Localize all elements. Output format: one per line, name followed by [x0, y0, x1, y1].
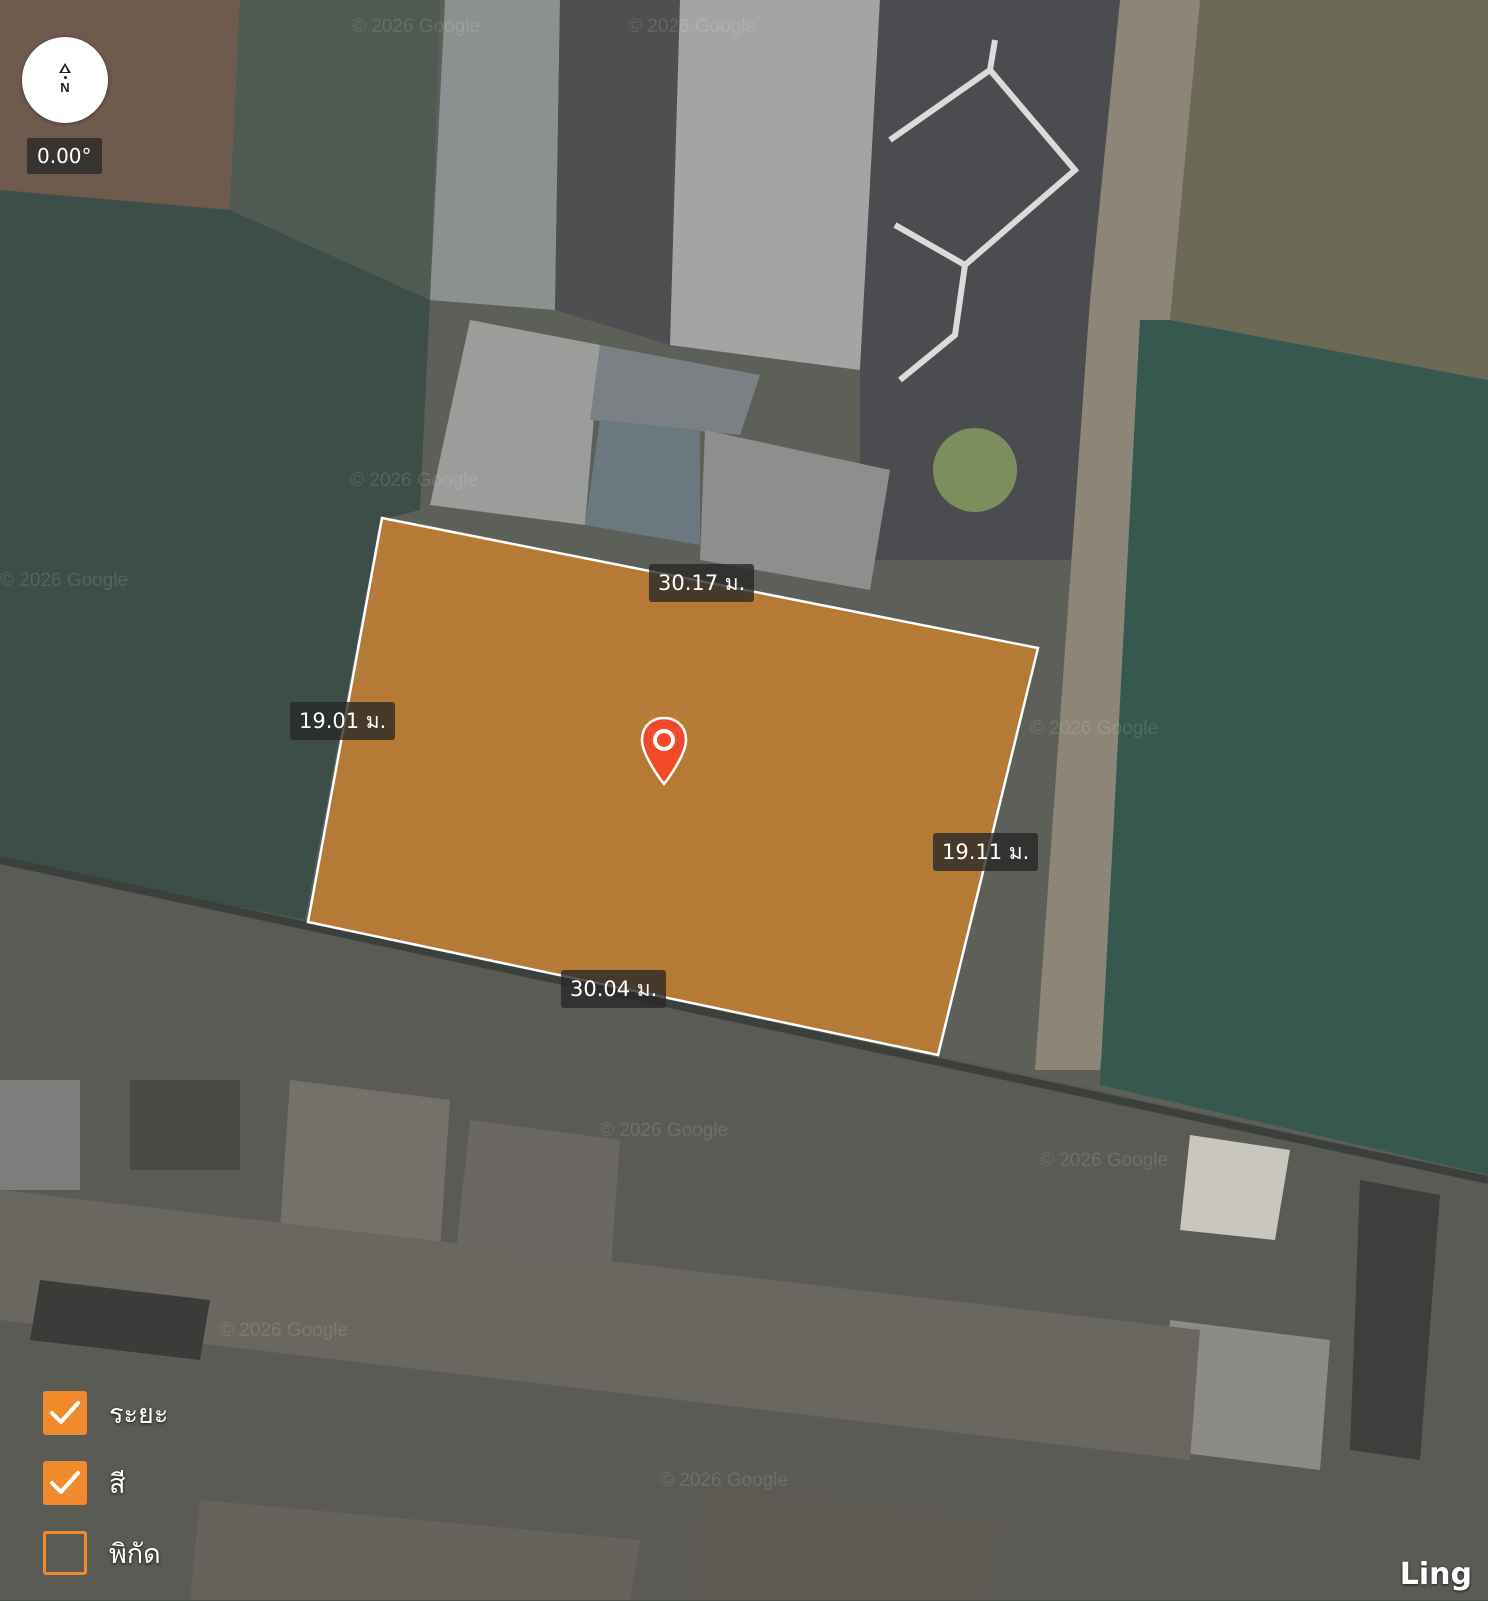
satellite-map[interactable]	[0, 0, 1488, 1600]
layer-toggles: ระยะ สี พิกัด	[43, 1391, 168, 1601]
dimension-label-top: 30.17 ม.	[649, 564, 755, 602]
building-lower-2	[130, 1080, 240, 1170]
location-pin-icon[interactable]	[638, 716, 690, 788]
map-watermark: © 2026 Google	[350, 470, 479, 491]
bearing-readout: 0.00°	[27, 138, 102, 174]
map-watermark: © 2026 Google	[1030, 718, 1159, 739]
app-brand: Ling	[1399, 1557, 1472, 1592]
tree-canopy	[933, 428, 1017, 512]
map-watermark: © 2026 Google	[352, 16, 481, 37]
map-watermark: © 2026 Google	[660, 1470, 789, 1491]
toggle-distance[interactable]: ระยะ	[43, 1391, 168, 1435]
building-roof-2	[555, 0, 680, 345]
toggle-label: สี	[109, 1468, 126, 1500]
building-lower-3	[280, 1080, 450, 1250]
building-roof-3	[670, 0, 880, 370]
building-lower-5	[1180, 1135, 1290, 1240]
building-roof-7	[585, 420, 700, 545]
distance-checkbox[interactable]	[43, 1391, 87, 1435]
checkmark-icon	[50, 1401, 80, 1424]
dimension-label-bottom: 30.04 ม.	[561, 970, 667, 1008]
compass-north-letter: N	[60, 79, 70, 95]
dimension-label-left: 19.01 ม.	[290, 702, 396, 740]
map-watermark: © 2026 Google	[600, 1120, 729, 1141]
coordinates-checkbox[interactable]	[43, 1531, 87, 1575]
building-roof-1	[430, 0, 560, 310]
map-watermark: © 2026 Google	[1040, 1150, 1169, 1171]
vegetation-top-right	[1170, 0, 1488, 380]
toggle-label: พิกัด	[109, 1538, 161, 1570]
north-arrow-icon	[59, 62, 71, 73]
map-watermark: © 2026 Google	[220, 1320, 349, 1341]
vegetation-right	[1100, 320, 1488, 1175]
pin-hole	[653, 729, 675, 751]
toggle-label: ระยะ	[109, 1398, 169, 1430]
compass-button[interactable]: N	[22, 37, 108, 123]
toggle-color[interactable]: สี	[43, 1461, 168, 1505]
dimension-label-right: 19.11 ม.	[933, 833, 1039, 871]
map-watermark: © 2026 Google	[628, 16, 757, 37]
toggle-coordinates[interactable]: พิกัด	[43, 1531, 168, 1575]
color-checkbox[interactable]	[43, 1461, 87, 1505]
map-watermark: © 2026 Google	[0, 570, 129, 591]
building-lower-1	[0, 1080, 80, 1190]
compass-dot-icon	[63, 75, 67, 79]
checkmark-icon	[50, 1471, 80, 1494]
